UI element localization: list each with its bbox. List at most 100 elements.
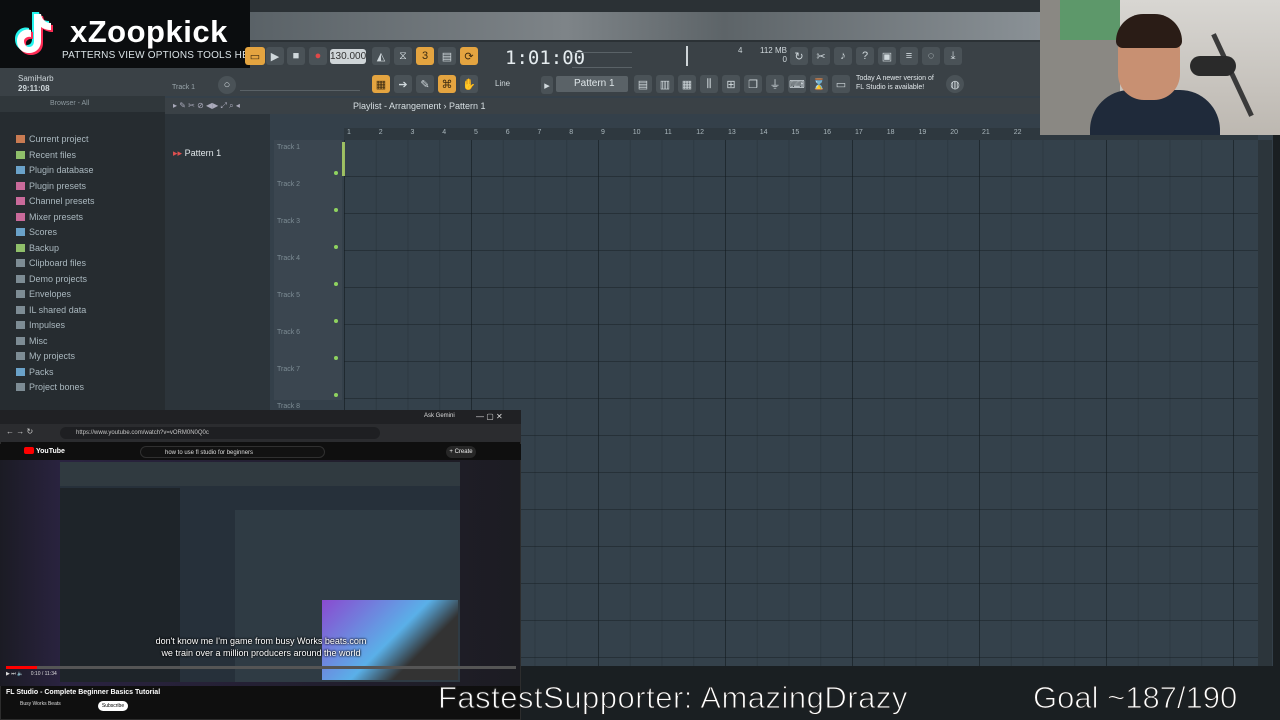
countdown-icon[interactable]: 3 [416,47,434,65]
url-input[interactable]: https://www.youtube.com/watch?v=vORM0N0Q… [60,427,380,439]
pencil-icon[interactable]: ✎ [416,75,434,93]
knob-icon[interactable]: ○ [218,76,236,94]
loop-record-icon[interactable]: ⟳ [460,47,478,65]
browser-item[interactable]: Project bones [16,380,84,394]
track-header[interactable]: Track 7 [274,366,342,397]
youtube-logo[interactable]: YouTube [24,447,65,455]
vertical-scrollbar[interactable] [1258,140,1272,666]
playhead[interactable] [342,142,345,176]
channel-rack-icon[interactable]: ▦ [678,75,696,93]
tempo-tapper-icon[interactable]: ⌛ [810,75,828,93]
main-menu[interactable]: PATTERNS VIEW OPTIONS TOOLS HELP [62,50,262,61]
track-header[interactable]: Track 1 [274,144,342,175]
snap-select[interactable]: Line [495,77,539,91]
master-pitch-slider[interactable] [240,80,360,91]
refresh-icon[interactable]: ↻ [790,47,808,65]
stop-button[interactable]: ■ [287,47,305,65]
track-header[interactable]: Track 6 [274,329,342,360]
play-pause-icon[interactable]: ▶ ⏭ 🔈 [6,671,23,677]
pattern-selector[interactable]: Pattern 1 [556,76,628,92]
news-line-2: FL Studio is available! [856,84,925,91]
create-button[interactable]: + Create [446,446,476,458]
track-label: Track 2 [277,181,301,188]
mixer-icon[interactable]: ≡ [900,47,918,65]
step-edit-icon[interactable]: ▤ [438,47,456,65]
browser-item[interactable]: Envelopes [16,287,71,301]
magnet-icon[interactable]: ⌘ [438,75,456,93]
download-icon[interactable]: ⤓ [944,47,962,65]
playlist-tool-icon[interactable]: ▦ [372,75,390,93]
browser-item[interactable]: Demo projects [16,272,87,286]
arrow-right-icon[interactable]: ➔ [394,75,412,93]
cut-icon[interactable]: ✂ [812,47,830,65]
browser-item[interactable]: Misc [16,334,48,348]
track-header[interactable]: Track 4 [274,255,342,286]
hint-bar: Track 1 [172,84,196,91]
browser-item[interactable]: Mixer presets [16,210,83,224]
track-enable-led[interactable] [334,208,338,212]
track-enable-led[interactable] [334,282,338,286]
piano-roll-icon[interactable]: ▥ [656,75,674,93]
help-icon[interactable]: ? [856,47,874,65]
browser-item[interactable]: Current project [16,132,89,146]
video-title[interactable]: FL Studio - Complete Beginner Basics Tut… [6,689,160,696]
video-progress-bar[interactable] [6,666,516,669]
browser-item[interactable]: Backup [16,241,59,255]
track-enable-led[interactable] [334,245,338,249]
track-header[interactable]: Track 5 [274,292,342,323]
browser-item-label: Backup [29,242,60,253]
metronome-icon[interactable]: ◭ [372,47,390,65]
track-enable-led[interactable] [334,319,338,323]
browser-toolbar[interactable] [0,112,165,134]
record-button[interactable]: ● [309,47,327,65]
news-panel[interactable]: Today A newer version of FL Studio is av… [856,74,934,92]
track-header[interactable]: Track 2 [274,181,342,212]
prev-pattern-icon[interactable]: ▸ [541,76,553,94]
playlist-tools-icons[interactable]: ▸ ✎ ✂ ⊘ ◀▶ ⤢ ⌕ ◂ [173,98,240,114]
bar-number: 22 [1013,129,1022,136]
plugin-picker-icon[interactable]: ⊞ [722,75,740,93]
save-icon[interactable]: ▣ [878,47,896,65]
browser-item[interactable]: Impulses [16,318,65,332]
bar-number: 8 [569,129,574,136]
bar-number: 1 [347,129,351,136]
window-controls[interactable]: — ▢ ✕ [476,412,503,421]
browser-item[interactable]: My projects [16,349,75,363]
chat-icon[interactable]: ◌ [922,47,940,65]
browser-item[interactable]: Channel presets [16,194,95,208]
play-button[interactable]: ▶ [266,47,284,65]
hand-icon[interactable]: ✋ [460,75,478,93]
track-enable-led[interactable] [334,356,338,360]
browser-item[interactable]: Scores [16,225,57,239]
browser-item[interactable]: Plugin presets [16,179,86,193]
gemini-tab[interactable]: Ask Gemini [424,413,455,419]
track-enable-led[interactable] [334,171,338,175]
picker-pattern[interactable]: ▸▸ Pattern 1 [173,148,221,159]
editor-icon[interactable]: ▭ [832,75,850,93]
nav-icons[interactable]: ← → ↻ [6,427,33,436]
wait-icon[interactable]: ⧖ [394,47,412,65]
mic-icon[interactable]: ♪ [834,47,852,65]
browser-item[interactable]: Plugin database [16,163,94,177]
track-header[interactable]: Track 3 [274,218,342,249]
youtube-search-input[interactable]: how to use fl studio for beginners [140,446,325,458]
browser-tab-strip[interactable]: Ask Gemini — ▢ ✕ [0,410,521,424]
browser-item[interactable]: Recent files [16,148,76,162]
master-volume-slider[interactable] [572,52,632,68]
channel-name-label[interactable]: Busy Works Beats [20,701,61,707]
browser-item[interactable]: Packs [16,365,54,379]
plug-icon[interactable]: ⏚ [766,75,784,93]
track-header[interactable]: Track 8 [274,403,342,434]
track-enable-led[interactable] [334,393,338,397]
globe-icon[interactable]: ◍ [946,75,964,93]
playlist-window-icon[interactable]: ▤ [634,75,652,93]
touch-keyboard-icon[interactable]: ⌨ [788,75,806,93]
mixer-window-icon[interactable]: ⫼ [700,75,718,93]
subscribe-button[interactable]: Subscribe [98,701,128,711]
browser-item[interactable]: IL shared data [16,303,86,317]
pattern-song-toggle[interactable]: ▭ [245,47,265,65]
browser-icon[interactable]: ❐ [744,75,762,93]
tempo-display[interactable]: 130.000 [330,49,366,64]
channel-name: xZoopkick [70,14,228,49]
browser-item[interactable]: Clipboard files [16,256,86,270]
